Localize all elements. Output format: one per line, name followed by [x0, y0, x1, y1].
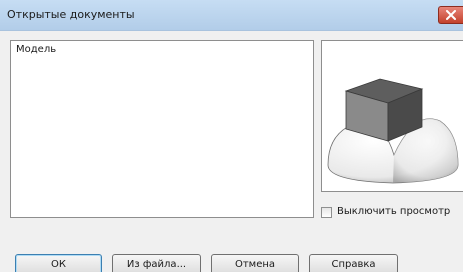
close-icon — [446, 10, 456, 20]
from-file-button[interactable]: Из файла... — [112, 254, 201, 272]
ok-button[interactable]: ОК — [15, 254, 102, 272]
cancel-button[interactable]: Отмена — [211, 254, 299, 272]
document-list-item[interactable]: Модель — [16, 44, 56, 55]
model-preview-image — [327, 78, 459, 184]
documents-list[interactable]: Модель — [10, 40, 314, 218]
help-button[interactable]: Справка — [309, 254, 398, 272]
preview-pane — [321, 40, 463, 192]
open-documents-dialog: Открытые документы Модель Выключить прос… — [0, 0, 463, 272]
close-button[interactable] — [438, 6, 463, 24]
disable-preview-label[interactable]: Выключить просмотр — [337, 206, 450, 217]
title-bar[interactable]: Открытые документы — [0, 0, 463, 31]
disable-preview-checkbox[interactable] — [321, 207, 332, 218]
window-title: Открытые документы — [7, 8, 135, 21]
